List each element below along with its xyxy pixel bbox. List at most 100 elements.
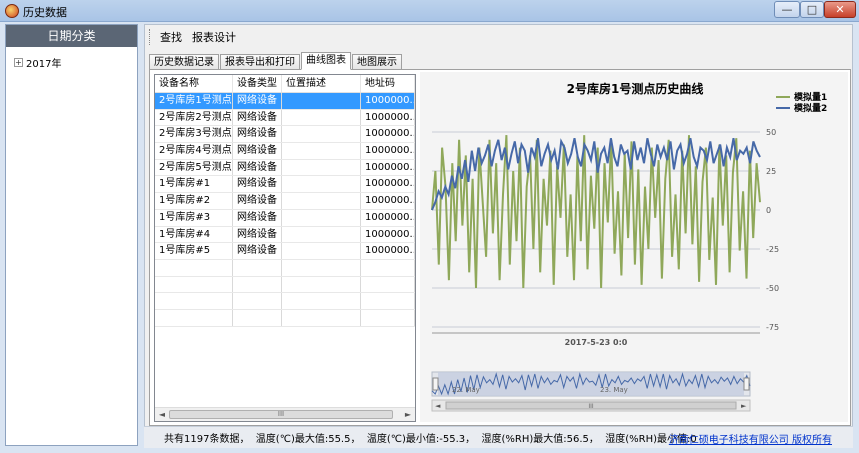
table-row[interactable]: 2号库房3号测点 网络设备 1000000... <box>155 126 415 144</box>
table-row[interactable]: 1号库房#3 网络设备 1000000... <box>155 209 415 227</box>
tree-item-2017[interactable]: + 2017年 <box>14 55 61 70</box>
empty-cell <box>233 259 282 276</box>
cell-location <box>282 193 361 209</box>
expand-icon[interactable]: + <box>14 58 23 67</box>
column-header-device-type[interactable]: 设备类型 <box>233 75 282 92</box>
toolbar-grip <box>149 29 152 45</box>
cell-device-name: 2号库房3号测点 <box>155 126 233 143</box>
empty-cell <box>155 276 233 293</box>
tab-history-records[interactable]: 历史数据记录 <box>149 54 219 70</box>
cell-location <box>282 93 361 109</box>
empty-cell <box>282 293 361 309</box>
cell-address: 1000000... <box>361 176 415 193</box>
window-title: 历史数据 <box>23 6 67 19</box>
company-link[interactable]: 济南仁硕电子科技有限公司 版权所有 <box>669 431 832 446</box>
cell-address: 1000000... <box>361 143 415 159</box>
maximize-button[interactable]: □ <box>800 1 824 18</box>
table-row[interactable]: 1号库房#5 网络设备 1000000... <box>155 243 415 260</box>
cell-location <box>282 176 361 193</box>
cell-device-type: 网络设备 <box>233 176 282 193</box>
navigator-right-handle[interactable] <box>743 377 750 391</box>
navigator-date-label: 22. May <box>452 386 480 394</box>
navigator-left-handle[interactable] <box>432 377 439 391</box>
scroll-right-icon[interactable]: ► <box>402 409 414 421</box>
scroll-thumb[interactable]: III <box>169 410 393 419</box>
table-body: 2号库房1号测点 网络设备 1000000... 2号库房2号测点 网络设备 100000… <box>155 93 415 327</box>
empty-cell <box>361 259 415 276</box>
y-tick-label: 25 <box>766 167 776 176</box>
y-tick-label: -25 <box>766 245 779 254</box>
main-panel: 查找 报表设计 历史数据记录 报表导出和打印 曲线图表 地图展示 设备名称 设备… <box>144 24 853 448</box>
close-button[interactable]: ✕ <box>824 1 856 18</box>
tab-curve-chart[interactable]: 曲线图表 <box>301 52 351 70</box>
navigator-scroll-right-icon[interactable]: ► <box>741 402 747 410</box>
history-chart: 2号库房1号测点历史曲线 模拟量1 模拟量2 50 25 0 -25 -50 -75 201… <box>420 72 848 422</box>
search-button[interactable]: 查找 <box>160 29 182 45</box>
empty-cell <box>155 309 233 326</box>
status-summary: 共有1197条数据， 温度(℃)最大值:55.5， 温度(℃)最小值:-55.3… <box>164 434 697 445</box>
cell-device-name: 1号库房#4 <box>155 226 233 243</box>
cell-location <box>282 226 361 243</box>
minimize-button[interactable]: — <box>774 1 800 18</box>
window-frame: 日期分类 + 2017年 查找 报表设计 历史数据记录 报表导出和打印 曲线图表… <box>0 22 859 453</box>
y-tick-label: -75 <box>766 323 779 332</box>
cell-location <box>282 159 361 176</box>
empty-cell <box>233 276 282 293</box>
report-design-button[interactable]: 报表设计 <box>192 29 236 45</box>
scroll-left-icon[interactable]: ◄ <box>156 409 168 421</box>
table-row-empty <box>155 276 415 294</box>
cell-device-name: 2号库房2号测点 <box>155 109 233 126</box>
cell-location <box>282 243 361 259</box>
empty-cell <box>233 293 282 309</box>
tree-item-label[interactable]: 2017年 <box>26 55 61 70</box>
cell-device-type: 网络设备 <box>233 243 282 259</box>
cell-address: 1000000... <box>361 243 415 259</box>
cell-location <box>282 143 361 159</box>
navigator-scroll-thumb-grip: III <box>588 403 594 410</box>
y-tick-label: -50 <box>766 284 779 293</box>
chart-canvas: 50 25 0 -25 -50 -75 2017-5-23 0:0 22. May 23. Ma… <box>431 128 779 412</box>
table-row[interactable]: 2号库房2号测点 网络设备 1000000... <box>155 109 415 127</box>
y-tick-label: 50 <box>766 128 776 137</box>
cell-device-type: 网络设备 <box>233 143 282 159</box>
tab-map-display[interactable]: 地图展示 <box>352 54 402 70</box>
table-row[interactable]: 2号库房1号测点 网络设备 1000000... <box>155 93 415 110</box>
column-header-device-name[interactable]: 设备名称 <box>155 75 233 92</box>
table-row[interactable]: 1号库房#4 网络设备 1000000... <box>155 226 415 244</box>
empty-cell <box>282 259 361 276</box>
empty-cell <box>282 276 361 293</box>
navigator-date-label: 23. May <box>600 386 628 394</box>
status-bar: 共有1197条数据， 温度(℃)最大值:55.5， 温度(℃)最小值:-55.3… <box>144 426 853 448</box>
cell-device-name: 1号库房#1 <box>155 176 233 193</box>
cell-address: 1000000... <box>361 126 415 143</box>
empty-cell <box>361 276 415 293</box>
table-row[interactable]: 2号库房4号测点 网络设备 1000000... <box>155 143 415 160</box>
cell-address: 1000000... <box>361 109 415 126</box>
table-row[interactable]: 1号库房#1 网络设备 1000000... <box>155 176 415 194</box>
cell-device-type: 网络设备 <box>233 209 282 226</box>
cell-device-name: 2号库房1号测点 <box>155 93 233 109</box>
column-header-location[interactable]: 位置描述 <box>282 75 361 92</box>
table-row[interactable]: 2号库房5号测点 网络设备 1000000... <box>155 159 415 177</box>
tab-strip: 历史数据记录 报表导出和打印 曲线图表 地图展示 <box>149 52 403 70</box>
column-header-address[interactable]: 地址码 <box>361 75 415 92</box>
x-axis-label: 2017-5-23 0:0 <box>565 338 628 347</box>
cell-device-name: 1号库房#5 <box>155 243 233 259</box>
navigator-scroll-left-icon[interactable]: ◄ <box>435 402 441 410</box>
table-row[interactable]: 1号库房#2 网络设备 1000000... <box>155 193 415 210</box>
cell-device-type: 网络设备 <box>233 159 282 176</box>
tab-report-export-print[interactable]: 报表导出和打印 <box>220 54 300 70</box>
table-row-empty <box>155 293 415 310</box>
cell-location <box>282 126 361 143</box>
cell-device-type: 网络设备 <box>233 93 282 109</box>
cell-device-type: 网络设备 <box>233 193 282 209</box>
toolbar: 查找 报表设计 <box>145 25 852 49</box>
cell-address: 1000000... <box>361 93 415 109</box>
cell-location <box>282 109 361 126</box>
cell-device-name: 1号库房#2 <box>155 193 233 209</box>
cell-location <box>282 209 361 226</box>
empty-cell <box>282 309 361 326</box>
table-horizontal-scrollbar[interactable]: ◄ III ► <box>155 407 415 421</box>
empty-cell <box>155 293 233 309</box>
empty-cell <box>155 259 233 276</box>
